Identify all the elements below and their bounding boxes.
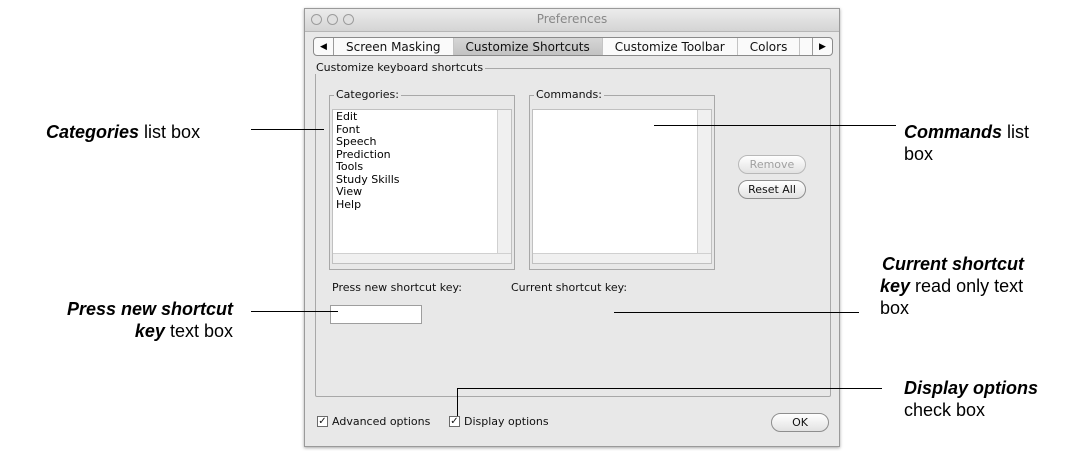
display-callout-vertical-line [457,388,458,416]
categories-group: Categories: Edit Font Speech Prediction Tool… [329,88,515,270]
commands-vertical-scrollbar[interactable] [697,110,711,255]
ok-button[interactable]: OK [771,413,829,432]
display-options-label: Display options [464,415,549,428]
categories-vertical-scrollbar[interactable] [497,110,511,255]
commands-annotation-line1: Commands list [904,121,1029,143]
current-callout-line [614,312,859,313]
new-shortcut-input[interactable] [330,305,422,324]
commands-annotation-rest2: box [904,144,934,164]
press-new-shortcut-label: Press new shortcut key: [332,281,462,294]
display-options-checkmark-icon: ✓ [449,415,460,427]
display-annotation-bold: Display options [904,378,1039,398]
commands-listbox[interactable] [532,109,712,264]
category-item[interactable]: Help [333,198,497,212]
display-options-checkbox[interactable]: ✓ Display options [449,415,549,428]
tab-scroll-left-icon[interactable]: ◀ [314,38,334,55]
customize-shortcuts-group: Customize keyboard shortcuts Categories:… [314,61,831,397]
current-annotation: Current shortcut key read only text box [880,253,1080,319]
commands-label: Commands: [534,88,604,101]
press-annotation-rest: text box [164,321,233,341]
tab-colors[interactable]: Colors [738,38,801,55]
commands-group: Commands: [529,88,715,270]
display-annotation-rest: check box [904,400,986,420]
commands-horizontal-scrollbar[interactable] [533,253,711,263]
advanced-options-label: Advanced options [332,415,431,428]
display-annotation: Display options check box [904,377,1038,421]
preferences-window: Preferences ◀ Screen Masking Customize S… [304,8,840,447]
category-item[interactable]: Edit [333,110,497,124]
current-shortcut-label: Current shortcut key: [511,281,628,294]
current-annotation-rest1: read only text [910,276,1024,296]
press-callout-line [251,311,338,312]
current-annotation-line1: Current shortcut [880,253,1080,275]
current-annotation-rest2: box [880,298,910,318]
category-item[interactable]: View [333,185,497,199]
categories-annotation: Categories list box [46,121,200,143]
current-annotation-bold2: key [880,276,911,296]
categories-annotation-rest: list box [139,122,201,142]
tab-screen-masking[interactable]: Screen Masking [334,38,454,55]
category-item[interactable]: Tools [333,160,497,174]
advanced-options-checkbox[interactable]: ✓ Advanced options [317,415,430,428]
remove-button[interactable]: Remove [738,155,806,174]
tab-bar: ◀ Screen Masking Customize Shortcuts Cus… [313,37,833,56]
commands-annotation-rest1: list [1002,122,1030,142]
commands-annotation-bold: Commands [904,122,1003,142]
press-annotation-line1: Press new shortcut [0,298,233,320]
advanced-options-checkmark-icon: ✓ [317,415,328,427]
display-annotation-line1: Display options [904,377,1038,399]
current-annotation-line2: key read only text [880,275,1080,297]
title-bar: Preferences [305,9,839,32]
press-annotation: Press new shortcut key text box [0,298,233,342]
reset-all-button[interactable]: Reset All [738,180,806,199]
category-item[interactable]: Speech [333,135,497,149]
categories-list: Edit Font Speech Prediction Tools Study Skill… [333,110,497,212]
press-annotation-bold1: Press new shortcut [66,299,233,319]
categories-label: Categories: [334,88,401,101]
current-annotation-bold1: Current shortcut [882,254,1025,274]
group-title: Customize keyboard shortcuts [314,61,486,74]
tab-customize-shortcuts[interactable]: Customize Shortcuts [453,38,603,55]
categories-callout-line [251,129,324,130]
display-callout-line [457,388,882,389]
commands-annotation: Commands list box [904,121,1029,165]
window-title: Preferences [536,12,608,26]
press-annotation-bold2: key [134,321,165,341]
tab-customize-toolbar[interactable]: Customize Toolbar [603,38,738,55]
press-annotation-line2: key text box [0,320,233,342]
categories-annotation-bold: Categories [46,122,140,142]
commands-callout-line [654,125,896,126]
categories-horizontal-scrollbar[interactable] [333,253,511,263]
categories-listbox[interactable]: Edit Font Speech Prediction Tools Study Skill… [332,109,512,264]
tab-scroll-right-icon[interactable]: ▶ [812,38,832,55]
